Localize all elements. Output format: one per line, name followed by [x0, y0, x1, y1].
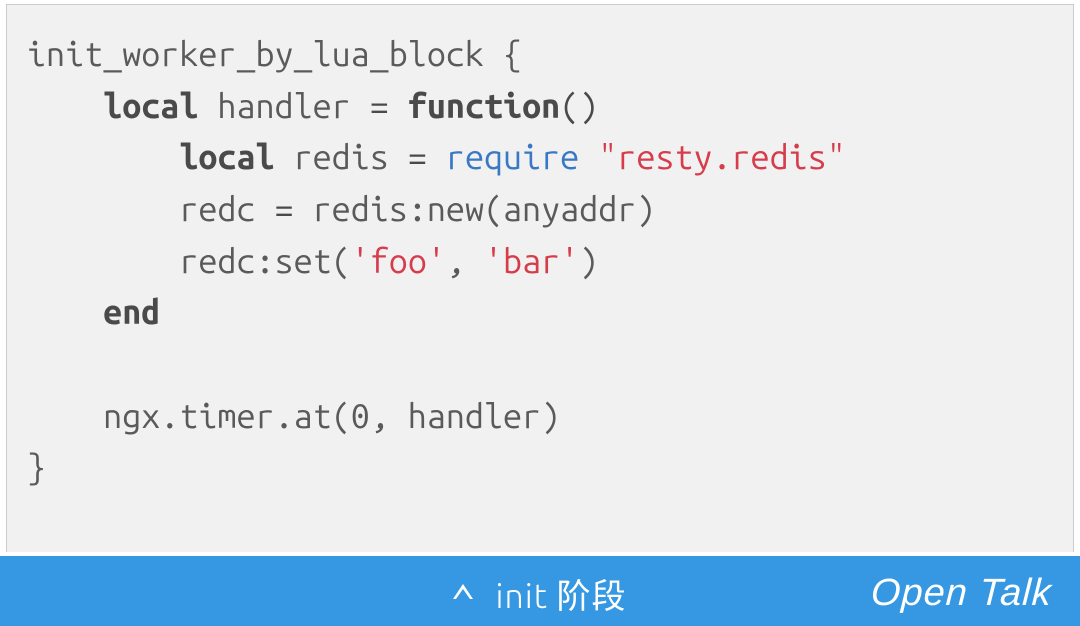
brand-label: Open Talk	[870, 572, 1053, 615]
code-block: init_worker_by_lua_block { local handler…	[6, 4, 1074, 552]
footer-bar: init 阶段 Open Talk	[0, 556, 1080, 626]
code-content: init_worker_by_lua_block { local handler…	[27, 29, 1053, 494]
triangle-up-icon	[453, 584, 473, 602]
slide-caption: init 阶段	[495, 569, 626, 618]
